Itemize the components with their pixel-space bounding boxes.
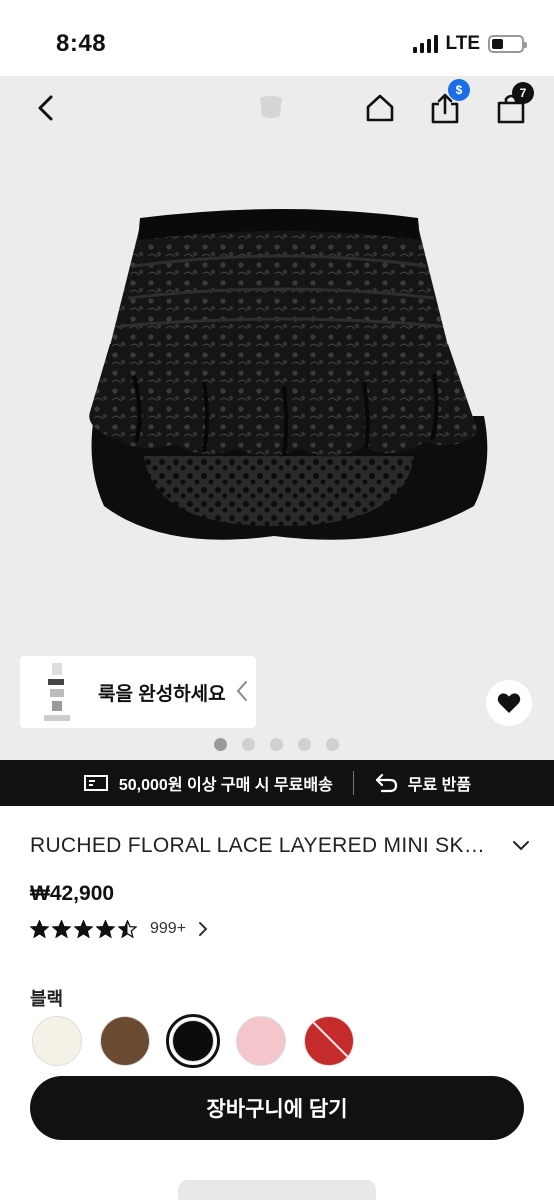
rating-stars xyxy=(30,920,137,938)
add-to-cart-button[interactable]: 장바구니에 담기 xyxy=(30,1076,524,1140)
heart-icon xyxy=(497,693,521,713)
gallery-dot[interactable] xyxy=(298,738,311,751)
product-title-row[interactable]: RUCHED FLORAL LACE LAYERED MINI SKIRT xyxy=(30,834,530,858)
product-price: ₩42,900 xyxy=(30,882,115,905)
truck-icon xyxy=(83,775,108,791)
cart-count-badge: 7 xyxy=(512,82,534,104)
free-return-label: 무료 반품 xyxy=(407,777,472,794)
product-title: RUCHED FLORAL LACE LAYERED MINI SKIRT xyxy=(30,834,490,857)
status-indicators: LTE xyxy=(412,33,527,55)
look-thumbnail xyxy=(22,657,92,727)
complete-look-label: 룩을 완성하세요 xyxy=(98,683,226,705)
brand-logo xyxy=(260,96,282,118)
shipping-banner: 50,000원 이상 구매 시 무료배송 무료 반품 xyxy=(0,760,554,806)
home-button[interactable] xyxy=(362,88,398,128)
color-swatch[interactable] xyxy=(234,1014,288,1068)
selected-color-label: 블랙 xyxy=(30,989,64,1009)
status-time: 8:48 xyxy=(56,30,107,57)
banner-divider xyxy=(352,771,354,795)
free-shipping-info: 50,000원 이상 구매 시 무료배송 xyxy=(83,771,333,795)
star-icon xyxy=(118,920,137,938)
star-icon xyxy=(52,920,71,938)
network-label: LTE xyxy=(445,33,480,54)
rating-row[interactable]: 999+ xyxy=(30,920,209,938)
top-nav: $ 7 xyxy=(0,76,554,140)
signal-icon xyxy=(412,35,438,53)
return-icon xyxy=(375,773,397,793)
color-swatch[interactable] xyxy=(166,1014,220,1068)
chevron-left-icon xyxy=(38,95,53,121)
favorite-button[interactable] xyxy=(486,680,532,726)
free-shipping-label: 50,000원 이상 구매 시 무료배송 xyxy=(118,777,333,794)
share-reward-badge: $ xyxy=(448,79,470,101)
color-swatches xyxy=(30,1014,356,1068)
status-bar: 8:48 LTE xyxy=(0,0,554,76)
sold-out-slash xyxy=(307,1017,353,1064)
back-button[interactable] xyxy=(28,88,62,128)
star-icon xyxy=(96,920,115,938)
product-gallery[interactable]: $ 7 룩을 완성하세요 xyxy=(0,76,554,760)
star-icon xyxy=(30,920,49,938)
chevron-left-icon xyxy=(236,681,247,701)
gallery-dot[interactable] xyxy=(270,738,283,751)
star-icon xyxy=(74,920,93,938)
color-swatch[interactable] xyxy=(30,1014,84,1068)
complete-look-card[interactable]: 룩을 완성하세요 xyxy=(20,656,256,728)
free-return-info: 무료 반품 xyxy=(374,771,471,795)
gallery-pagination xyxy=(214,738,339,751)
chevron-right-icon xyxy=(199,922,208,936)
gallery-dot[interactable] xyxy=(214,738,227,751)
review-count: 999+ xyxy=(150,920,187,937)
battery-icon xyxy=(488,35,527,53)
gallery-dot[interactable] xyxy=(326,738,339,751)
product-image xyxy=(89,209,488,540)
color-swatch[interactable] xyxy=(302,1014,356,1068)
home-icon xyxy=(366,94,394,122)
chevron-down-icon[interactable] xyxy=(512,840,530,852)
browser-url-bar[interactable] xyxy=(178,1180,376,1200)
color-swatch[interactable] xyxy=(98,1014,152,1068)
gallery-dot[interactable] xyxy=(242,738,255,751)
